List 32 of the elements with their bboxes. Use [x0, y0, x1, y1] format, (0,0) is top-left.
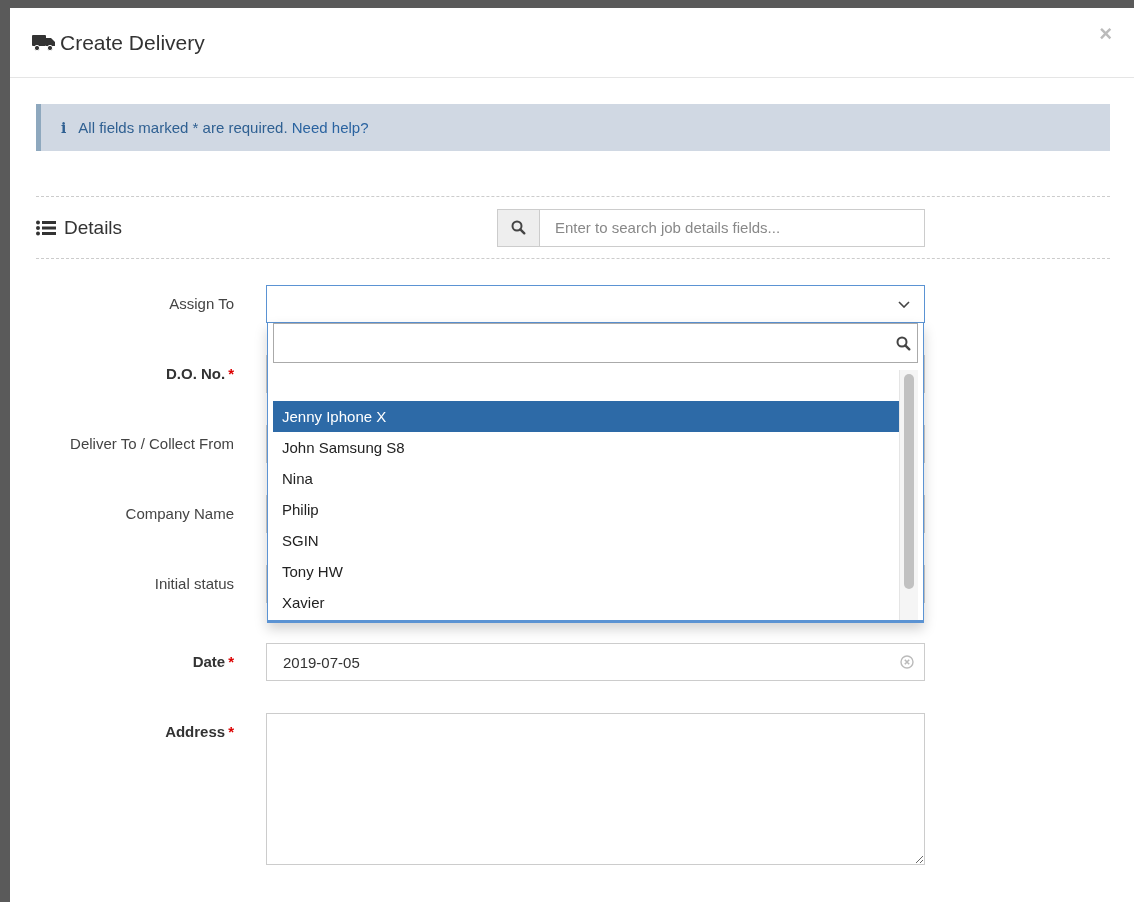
search-icon — [896, 335, 911, 351]
dropdown-option[interactable]: Tony HW — [273, 556, 899, 587]
scrollbar[interactable] — [899, 370, 918, 620]
address-field[interactable] — [266, 713, 925, 865]
help-link[interactable]: Need help? — [291, 119, 369, 136]
dropdown-option[interactable]: Nina — [273, 463, 899, 494]
dropdown-search-field[interactable] — [273, 323, 918, 363]
section-title: Details — [64, 216, 123, 239]
dropdown-option[interactable]: Jenny Iphone X — [273, 401, 899, 432]
chevron-down-icon — [898, 300, 910, 308]
field-label: Address * — [165, 723, 234, 742]
search-button[interactable] — [497, 208, 540, 247]
alert-message: All fields marked * are required. Need help? — [78, 119, 369, 136]
truck-icon — [32, 33, 56, 52]
search-icon — [511, 220, 526, 235]
field-label: Deliver To / Collect From — [70, 435, 234, 454]
dropdown-option[interactable]: Philip — [273, 494, 899, 525]
dropdown-option[interactable]: SGIN — [273, 525, 899, 556]
clear-icon — [900, 655, 914, 669]
search-field[interactable]: Enter to search job details fields... — [540, 208, 925, 247]
date-field[interactable]: 2019-07-05 — [266, 643, 925, 681]
assign-select[interactable] — [266, 285, 925, 323]
field-label: Assign To — [169, 295, 234, 314]
field-label: Initial status — [154, 575, 234, 594]
list-icon — [36, 219, 56, 236]
dropdown-option[interactable]: Xavier — [273, 587, 899, 618]
field-label: D.O. No. * — [166, 365, 234, 384]
info-icon: i — [61, 119, 67, 136]
dropdown-option[interactable]: John Samsung S8 — [273, 432, 899, 463]
modal-title: Create Delivery — [60, 30, 205, 55]
field-label: Company Name — [125, 505, 234, 524]
field-label: Date * — [192, 653, 234, 672]
